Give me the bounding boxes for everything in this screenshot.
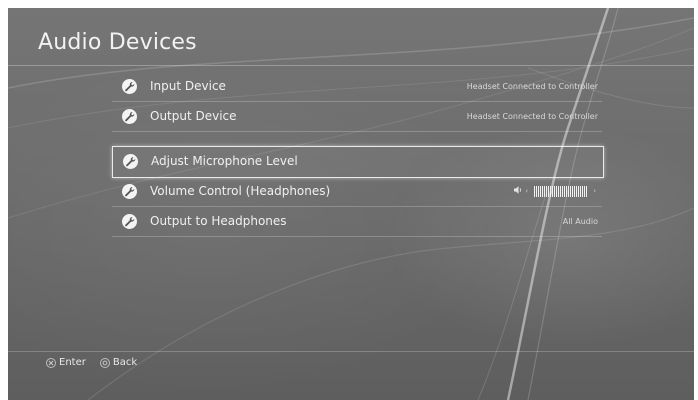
volume-bar <box>550 185 552 197</box>
menu-item-label: Output to Headphones <box>150 214 287 228</box>
volume-bar <box>584 185 586 197</box>
menu-item-value: Headset Connected to Controller <box>466 82 598 91</box>
volume-bar <box>556 185 558 197</box>
arrow-right-icon[interactable]: › <box>593 187 596 195</box>
volume-bar <box>572 185 574 197</box>
volume-bar <box>548 185 550 197</box>
menu-item-label: Adjust Microphone Level <box>151 154 298 168</box>
row-divider <box>112 236 602 237</box>
volume-bar <box>544 185 546 197</box>
footer-controls: Enter Back <box>46 357 151 368</box>
volume-bar <box>552 185 554 197</box>
screen: Audio Devices Input Device Headset Conne… <box>8 8 694 400</box>
speaker-icon <box>514 186 523 196</box>
menu-item-adjust-microphone-level[interactable]: Adjust Microphone Level <box>112 146 604 178</box>
volume-bar <box>542 185 544 197</box>
volume-bar <box>560 185 562 197</box>
menu-item-value: All Audio <box>562 217 598 226</box>
volume-bar <box>562 185 564 197</box>
menu-item-output-device[interactable]: Output Device Headset Connected to Contr… <box>112 102 602 132</box>
volume-bar <box>538 185 540 197</box>
circle-button-icon <box>99 357 110 368</box>
volume-bar <box>576 185 578 197</box>
volume-bar <box>570 185 572 197</box>
volume-bar <box>586 185 588 197</box>
wrench-icon <box>123 154 138 169</box>
wrench-icon <box>122 109 137 124</box>
volume-bar <box>578 185 580 197</box>
wrench-icon <box>122 214 137 229</box>
menu-item-input-device[interactable]: Input Device Headset Connected to Contro… <box>112 72 602 102</box>
menu-item-value: Headset Connected to Controller <box>466 112 598 121</box>
volume-bar <box>554 185 556 197</box>
volume-bar <box>534 185 536 197</box>
volume-bar <box>568 185 570 197</box>
menu-item-label: Volume Control (Headphones) <box>150 184 331 198</box>
volume-bar <box>536 185 538 197</box>
row-divider <box>112 131 602 132</box>
page-title: Audio Devices <box>38 30 197 55</box>
menu-item-output-to-headphones[interactable]: Output to Headphones All Audio <box>112 207 602 237</box>
footer-divider <box>8 351 694 352</box>
volume-level-bars <box>534 185 588 197</box>
volume-bar <box>564 185 566 197</box>
enter-button[interactable]: Enter <box>46 357 86 368</box>
volume-slider[interactable]: ‹ › <box>514 185 598 197</box>
cross-button-icon <box>46 357 56 368</box>
arrow-left-icon[interactable]: ‹ <box>525 187 528 195</box>
wrench-icon <box>122 79 137 94</box>
back-label: Back <box>112 357 138 368</box>
volume-bar <box>540 185 542 197</box>
volume-bar <box>580 185 582 197</box>
menu-item-volume-control[interactable]: Volume Control (Headphones) ‹ › <box>112 177 602 207</box>
volume-bar <box>566 185 568 197</box>
volume-bar <box>546 185 548 197</box>
volume-bar <box>558 185 560 197</box>
enter-label: Enter <box>59 357 86 368</box>
back-button[interactable]: Back <box>99 357 138 368</box>
menu-item-label: Input Device <box>150 79 226 93</box>
menu-item-label: Output Device <box>150 109 237 123</box>
wrench-icon <box>122 184 137 199</box>
volume-bar <box>574 185 576 197</box>
volume-bar <box>582 185 584 197</box>
header-divider <box>8 65 694 66</box>
